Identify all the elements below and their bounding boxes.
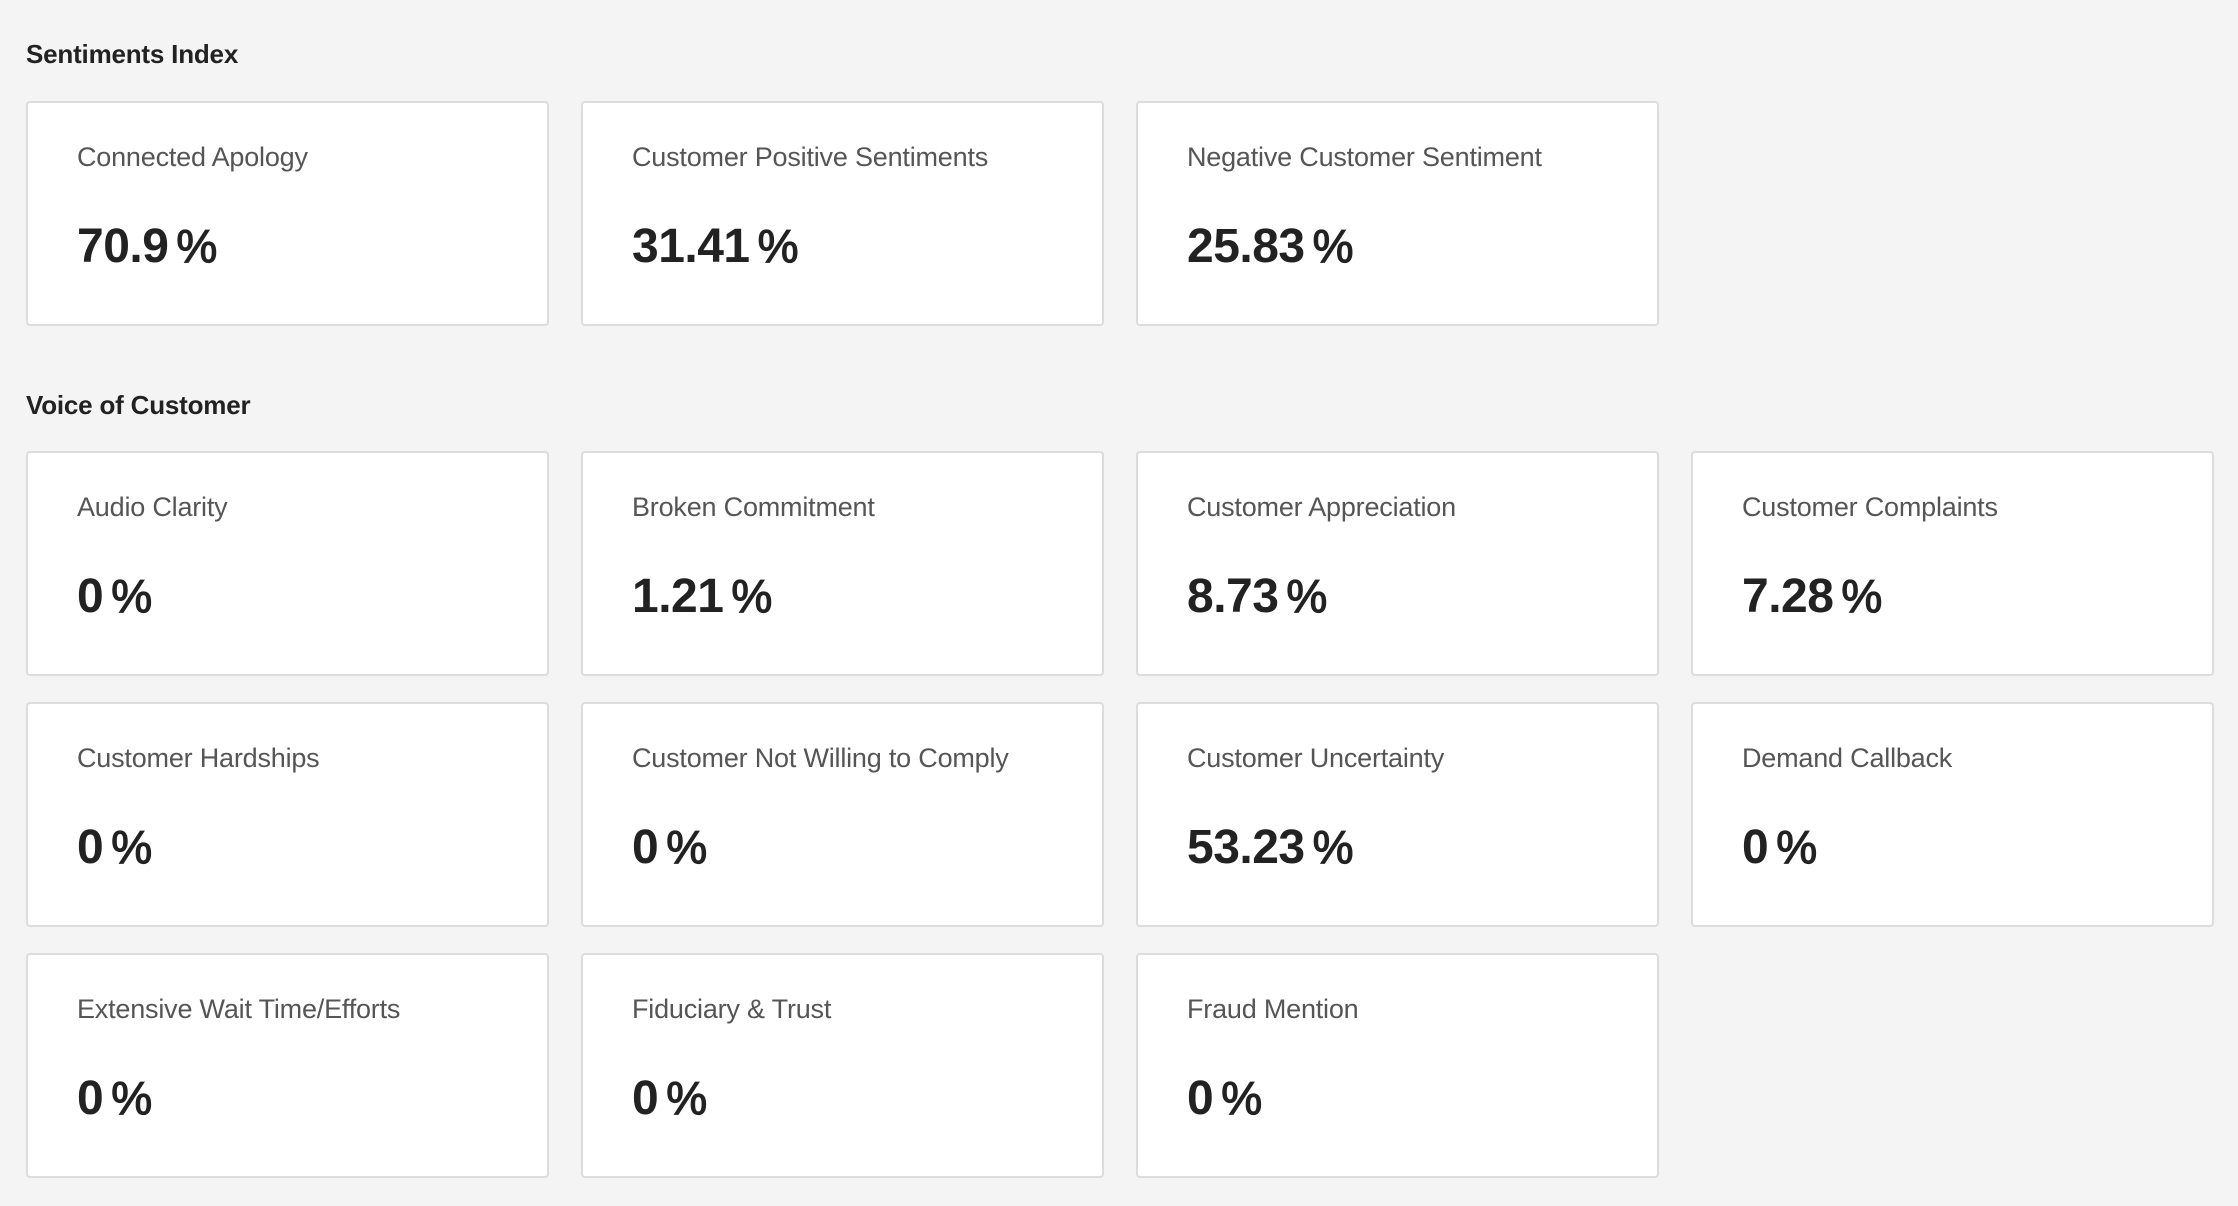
metric-value: 70.9%	[77, 220, 218, 274]
percent-unit: %	[1312, 821, 1354, 873]
percent-unit: %	[757, 220, 799, 272]
metric-card-connected-apology[interactable]: Connected Apology 70.9%	[26, 101, 549, 326]
voice-of-customer-grid: Audio Clarity 0% Broken Commitment 1.21%…	[26, 451, 2214, 1178]
metric-label: Customer Hardships	[77, 743, 320, 773]
metric-label: Broken Commitment	[632, 492, 875, 522]
metric-card-customer-hardships[interactable]: Customer Hardships 0%	[26, 702, 549, 927]
percent-unit: %	[111, 570, 153, 622]
metric-card-negative-customer-sentiment[interactable]: Negative Customer Sentiment 25.83%	[1136, 101, 1659, 326]
metric-value: 31.41%	[632, 220, 799, 274]
metric-card-customer-positive-sentiments[interactable]: Customer Positive Sentiments 31.41%	[581, 101, 1104, 326]
metric-label: Demand Callback	[1742, 743, 1953, 773]
metric-number: 0	[1187, 1072, 1214, 1125]
metric-label: Customer Complaints	[1742, 492, 1998, 522]
metric-number: 0	[77, 821, 104, 874]
metric-number: 31.41	[632, 220, 750, 273]
metric-label: Fiduciary & Trust	[632, 994, 832, 1024]
metric-value: 0%	[1187, 1072, 1263, 1126]
percent-unit: %	[111, 821, 153, 873]
metric-label: Customer Positive Sentiments	[632, 142, 989, 172]
metric-value: 8.73%	[1187, 570, 1328, 624]
percent-unit: %	[176, 220, 218, 272]
section-title-sentiments-index: Sentiments Index	[26, 39, 239, 69]
metric-label: Customer Appreciation	[1187, 492, 1456, 522]
percent-unit: %	[1286, 570, 1328, 622]
metric-card-customer-complaints[interactable]: Customer Complaints 7.28%	[1691, 451, 2214, 676]
metric-card-broken-commitment[interactable]: Broken Commitment 1.21%	[581, 451, 1104, 676]
metric-number: 0	[77, 570, 104, 623]
metric-number: 0	[632, 1072, 659, 1125]
metric-number: 0	[1742, 821, 1769, 874]
metric-card-customer-not-willing-to-comply[interactable]: Customer Not Willing to Comply 0%	[581, 702, 1104, 927]
metric-card-fiduciary-trust[interactable]: Fiduciary & Trust 0%	[581, 953, 1104, 1178]
metric-number: 1.21	[632, 570, 724, 623]
metric-label: Customer Not Willing to Comply	[632, 743, 1009, 773]
section-title-voice-of-customer: Voice of Customer	[26, 390, 251, 420]
metric-label: Customer Uncertainty	[1187, 743, 1445, 773]
metric-value: 25.83%	[1187, 220, 1354, 274]
metric-label: Extensive Wait Time/Efforts	[77, 994, 401, 1024]
percent-unit: %	[1776, 821, 1818, 873]
percent-unit: %	[1841, 570, 1883, 622]
metric-number: 8.73	[1187, 570, 1279, 623]
metric-card-customer-appreciation[interactable]: Customer Appreciation 8.73%	[1136, 451, 1659, 676]
metric-value: 0%	[77, 1072, 153, 1126]
metric-card-audio-clarity[interactable]: Audio Clarity 0%	[26, 451, 549, 676]
metric-value: 0%	[1742, 821, 1818, 875]
percent-unit: %	[111, 1072, 153, 1124]
percent-unit: %	[1221, 1072, 1263, 1124]
metric-value: 0%	[632, 1072, 708, 1126]
metric-number: 7.28	[1742, 570, 1834, 623]
metric-value: 1.21%	[632, 570, 773, 624]
metric-label: Audio Clarity	[77, 492, 228, 522]
percent-unit: %	[731, 570, 773, 622]
metric-number: 53.23	[1187, 821, 1305, 874]
metric-number: 70.9	[77, 220, 169, 273]
metric-card-customer-uncertainty[interactable]: Customer Uncertainty 53.23%	[1136, 702, 1659, 927]
metric-value: 53.23%	[1187, 821, 1354, 875]
metric-value: 0%	[77, 821, 153, 875]
metric-number: 0	[77, 1072, 104, 1125]
metric-value: 7.28%	[1742, 570, 1883, 624]
metric-label: Negative Customer Sentiment	[1187, 142, 1542, 172]
metric-number: 25.83	[1187, 220, 1305, 273]
metric-number: 0	[632, 821, 659, 874]
percent-unit: %	[1312, 220, 1354, 272]
percent-unit: %	[666, 1072, 708, 1124]
metric-card-demand-callback[interactable]: Demand Callback 0%	[1691, 702, 2214, 927]
metric-label: Connected Apology	[77, 142, 308, 172]
percent-unit: %	[666, 821, 708, 873]
metric-value: 0%	[632, 821, 708, 875]
metric-card-extensive-wait-time-efforts[interactable]: Extensive Wait Time/Efforts 0%	[26, 953, 549, 1178]
metric-value: 0%	[77, 570, 153, 624]
metric-label: Fraud Mention	[1187, 994, 1359, 1024]
sentiments-index-grid: Connected Apology 70.9% Customer Positiv…	[26, 101, 2214, 326]
metric-card-fraud-mention[interactable]: Fraud Mention 0%	[1136, 953, 1659, 1178]
